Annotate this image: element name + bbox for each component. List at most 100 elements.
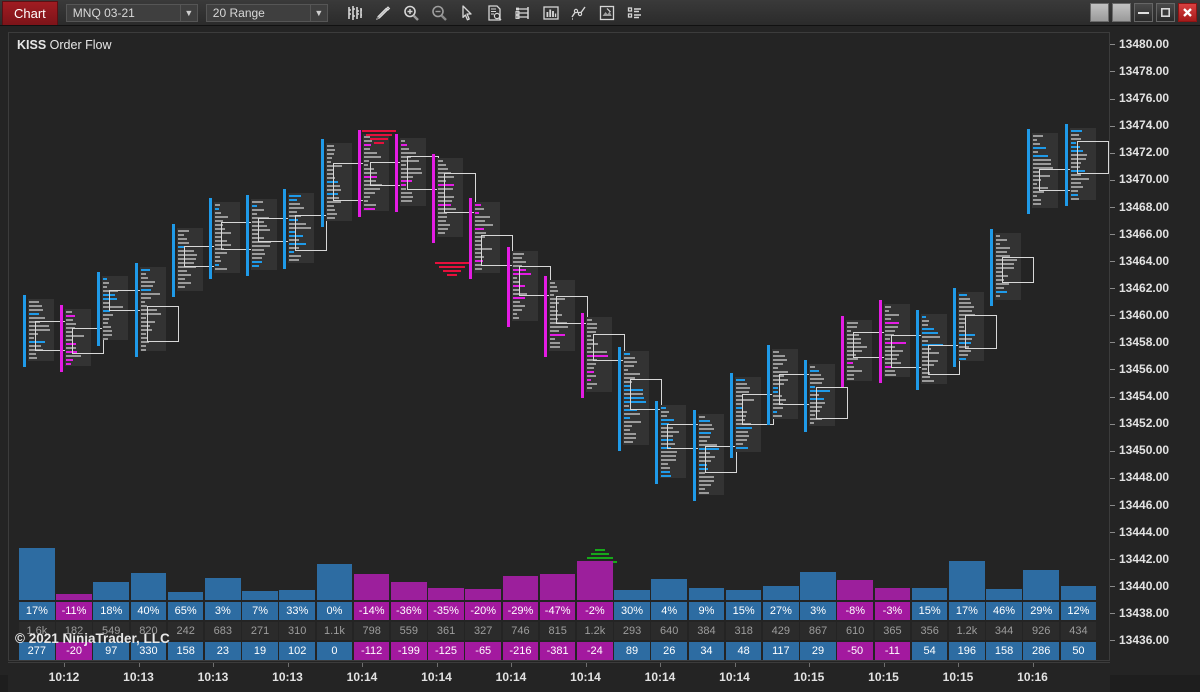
order-flow-data-table: 17% 1.6k 277 -11% 182 -20 18% 549 97 40% 820 330 65%… bbox=[9, 600, 1109, 660]
volume-at-price-bar bbox=[624, 436, 637, 439]
table-cell-pct: -47% bbox=[539, 602, 576, 620]
volume-bar bbox=[167, 592, 204, 600]
chevron-down-icon[interactable]: ▼ bbox=[179, 4, 197, 21]
table-cell-vol: 1.2k bbox=[577, 622, 613, 640]
volume-at-price-bar bbox=[66, 323, 77, 326]
candle-spine bbox=[432, 153, 436, 243]
table-cell-pct: 12% bbox=[1060, 602, 1097, 620]
price-tick: 13436.00 bbox=[1110, 633, 1200, 647]
volume-at-price-bar bbox=[884, 310, 889, 313]
snapshot-icon[interactable] bbox=[594, 2, 620, 24]
bar-chart-type-icon[interactable] bbox=[342, 2, 368, 24]
volume-at-price-bar bbox=[289, 250, 295, 253]
table-cell-vol: 327 bbox=[465, 622, 502, 640]
table-cell-vol: 318 bbox=[725, 622, 762, 640]
price-tick: 13454.00 bbox=[1110, 389, 1200, 403]
table-cell-pct: 40% bbox=[130, 602, 167, 620]
restore-right-button[interactable] bbox=[1112, 3, 1131, 22]
table-cell-pct: -8% bbox=[837, 602, 874, 620]
chevron-down-icon[interactable]: ▼ bbox=[309, 4, 327, 21]
table-column: 0% 1.1k 0 bbox=[316, 600, 353, 660]
table-cell-dlt: 102 bbox=[279, 642, 316, 660]
volume-at-price-bar bbox=[177, 233, 184, 236]
volume-at-price-bar bbox=[29, 308, 43, 311]
volume-at-price-bar bbox=[959, 302, 971, 305]
chart-tab[interactable]: Chart bbox=[2, 0, 58, 25]
properties-list-icon[interactable] bbox=[622, 2, 648, 24]
time-tick-label: 10:14 bbox=[644, 670, 676, 684]
volume-at-price-bar bbox=[810, 369, 820, 372]
volume-at-price-bar bbox=[66, 359, 74, 362]
drawing-tools-icon[interactable] bbox=[370, 2, 396, 24]
price-tick: 13452.00 bbox=[1110, 416, 1200, 430]
table-column: 18% 549 97 bbox=[93, 600, 130, 660]
volume-at-price-bar bbox=[735, 446, 748, 449]
volume-at-price-bar bbox=[326, 145, 334, 148]
chart-trader-icon[interactable] bbox=[510, 2, 536, 24]
zoom-in-icon[interactable] bbox=[398, 2, 424, 24]
price-tick: 13444.00 bbox=[1110, 525, 1200, 539]
volume-at-price-bar bbox=[103, 281, 110, 284]
candle-spine bbox=[767, 345, 770, 426]
indicators-icon[interactable] bbox=[538, 2, 564, 24]
price-axis[interactable]: 13480.00 13478.00 13476.00 13474.00 13472.00… bbox=[1110, 32, 1200, 661]
table-cell-vol: 310 bbox=[279, 622, 316, 640]
volume-at-price-bar bbox=[401, 188, 406, 191]
volume-bar bbox=[874, 588, 911, 600]
data-box-icon[interactable] bbox=[482, 2, 508, 24]
table-cell-vol: 610 bbox=[837, 622, 874, 640]
zoom-out-icon[interactable] bbox=[426, 2, 452, 24]
period-selector[interactable]: 20 Range ▼ bbox=[205, 3, 328, 22]
volume-at-price-bar bbox=[698, 480, 714, 483]
volume-at-price-bar bbox=[215, 203, 220, 206]
strategies-icon[interactable] bbox=[566, 2, 592, 24]
table-column: 40% 820 330 bbox=[130, 600, 167, 660]
volume-at-price-bar bbox=[1033, 151, 1039, 154]
price-tick: 13456.00 bbox=[1110, 362, 1200, 376]
volume-at-price-bar bbox=[326, 153, 334, 156]
restore-left-button[interactable] bbox=[1090, 3, 1109, 22]
close-button[interactable] bbox=[1178, 3, 1197, 22]
volume-at-price-bar bbox=[326, 213, 337, 216]
minimize-button[interactable] bbox=[1134, 3, 1153, 22]
time-tick-mark bbox=[585, 663, 587, 667]
volume-at-price-bar bbox=[624, 432, 637, 435]
volume-at-price-bar bbox=[847, 321, 859, 324]
table-column: 17% 1.2k 196 bbox=[949, 600, 985, 660]
chart-title-bold: KISS bbox=[17, 38, 47, 52]
chart-plot-canvas[interactable]: KISS Order Flow BUY 17%1.6k277-11%182-20… bbox=[8, 32, 1110, 661]
time-axis[interactable]: 10:12 10:13 10:13 10:13 10:14 10:14 10:14 10:14… bbox=[8, 662, 1110, 692]
volume-at-price-bar bbox=[549, 329, 559, 332]
volume-at-price-bar bbox=[698, 492, 709, 495]
volume-at-price-bar bbox=[140, 332, 146, 335]
volume-at-price-bar bbox=[103, 285, 108, 288]
volume-at-price-bar bbox=[252, 257, 263, 260]
maximize-button[interactable] bbox=[1156, 3, 1175, 22]
table-cell-vol: 182 bbox=[56, 622, 92, 640]
table-cell-pct: -2% bbox=[577, 602, 613, 620]
volume-at-price-bar bbox=[363, 188, 380, 191]
volume-at-price-bar bbox=[1033, 159, 1052, 162]
table-column: 65% 242 158 bbox=[167, 600, 204, 660]
sell-signal-marker[interactable] bbox=[430, 262, 474, 278]
price-tick: 13458.00 bbox=[1110, 335, 1200, 349]
volume-at-price-bar bbox=[363, 208, 375, 211]
table-column: 27% 429 117 bbox=[763, 600, 799, 660]
instrument-selector[interactable]: MNQ 03-21 ▼ bbox=[65, 3, 198, 22]
volume-at-price-bar bbox=[1070, 137, 1081, 140]
volume-at-price-bar bbox=[103, 337, 109, 340]
candle-spine bbox=[23, 294, 26, 368]
volume-at-price-bar bbox=[810, 385, 816, 388]
sell-signal-marker[interactable] bbox=[357, 130, 401, 146]
volume-at-price-bar bbox=[1070, 197, 1079, 200]
volume-at-price-bar bbox=[326, 161, 331, 164]
volume-at-price-bar bbox=[512, 317, 519, 319]
volume-at-price-bar bbox=[773, 351, 779, 354]
cursor-pointer-icon[interactable] bbox=[454, 2, 480, 24]
value-area-box bbox=[816, 387, 849, 419]
volume-at-price-bar bbox=[177, 241, 189, 244]
volume-at-price-bar bbox=[29, 312, 39, 315]
volume-at-price-bar bbox=[215, 267, 227, 270]
volume-at-price-bar bbox=[698, 484, 711, 487]
volume-at-price-bar bbox=[1033, 195, 1038, 198]
